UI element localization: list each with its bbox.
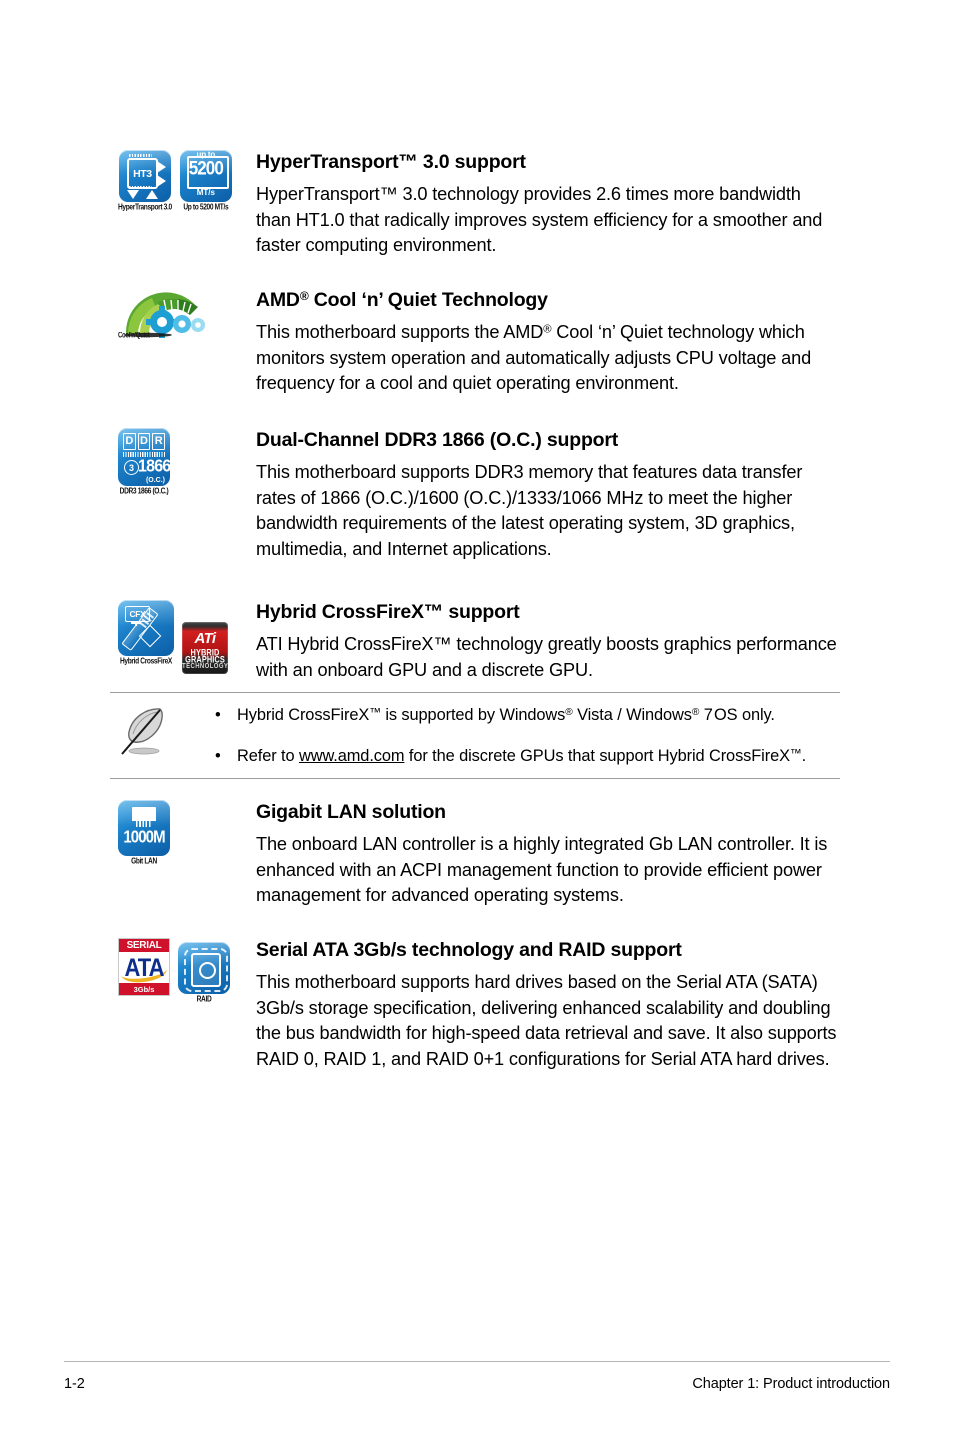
ddr-letter-1: D — [123, 433, 136, 450]
note-item-text: Refer to www.amd.com for the discrete GP… — [237, 745, 807, 765]
feature-title-hypertransport: HyperTransport™ 3.0 support — [256, 151, 526, 173]
ddr-letter-2: D — [137, 433, 151, 450]
cool-n-quiet-icon: Cool'n'Quiet — [118, 288, 212, 340]
raid-icon: RAID — [178, 942, 230, 1004]
hypertransport-3-icon-caption: HyperTransport 3.0 — [118, 203, 172, 212]
mt-number-label: 5200 — [188, 157, 224, 180]
feature-body-hypertransport: HyperTransport™ 3.0 technology provides … — [256, 184, 823, 256]
up-to-5200-mts-icon: up to 5200 MT/s Up to 5200 MT/s — [179, 150, 232, 212]
icon-group-hybrid-crossfirex: CFX Hybrid CrossFireX ATi HYBRID GRAPHIC… — [110, 600, 256, 674]
feature-block-serial-ata-raid: SERIAL ATA 3Gb/s RAID Serial ATA 3Gb/s t… — [110, 938, 840, 1072]
amd-link[interactable]: www.amd.com — [299, 747, 405, 765]
feature-body-serial-ata-raid: This motherboard supports hard drives ba… — [256, 972, 837, 1069]
feature-title-serial-ata-raid: Serial ATA 3Gb/s technology and RAID sup… — [256, 939, 682, 961]
icon-group-serial-ata-raid: SERIAL ATA 3Gb/s RAID — [110, 938, 256, 1004]
footer-chapter-label: Chapter 1: Product introduction — [692, 1376, 890, 1392]
note-item: • Refer to www.amd.com for the discrete … — [215, 745, 832, 767]
page-footer: 1-2 Chapter 1: Product introduction — [64, 1360, 890, 1392]
icon-group-ddr3: D D R 3 1866 (O.C.) DDR3 1866 (O.C.) — [110, 428, 256, 496]
ddr-speed-label: 1866 — [138, 457, 170, 476]
icon-group-cool-n-quiet: Cool'n'Quiet — [110, 288, 256, 340]
gigabit-lan-icon-caption: Gbit LAN — [131, 857, 157, 866]
ati-hybrid-graphics-icon: ATi HYBRID GRAPHICS TECHNOLOGY — [182, 622, 228, 674]
feature-block-hybrid-crossfirex: CFX Hybrid CrossFireX ATi HYBRID GRAPHIC… — [110, 600, 840, 683]
document-page: HT3 HyperTransport 3.0 up to 5200 MT/s U… — [0, 0, 954, 1432]
feature-block-hypertransport: HT3 HyperTransport 3.0 up to 5200 MT/s U… — [110, 150, 840, 259]
cool-n-quiet-icon-caption: Cool'n'Quiet — [118, 332, 150, 340]
feature-body-ddr3: This motherboard supports DDR3 memory th… — [256, 462, 803, 559]
ddr-oc-label: (O.C.) — [145, 477, 165, 484]
mt-unit-label: MT/s — [196, 188, 215, 197]
note-bullet-icon: • — [215, 706, 221, 724]
feature-body-cool-n-quiet: This motherboard supports the AMD® Cool … — [256, 322, 812, 394]
note-quill-icon — [121, 708, 163, 755]
hybrid-crossfirex-icon-caption: Hybrid CrossFireX — [120, 657, 172, 666]
feature-text-hybrid-crossfirex: Hybrid CrossFireX™ support ATI Hybrid Cr… — [256, 600, 840, 683]
note-bullet-icon: • — [215, 747, 221, 765]
feature-text-serial-ata-raid: Serial ATA 3Gb/s technology and RAID sup… — [256, 938, 840, 1072]
up-to-5200-icon-caption: Up to 5200 MT/s — [183, 203, 229, 212]
feature-text-cool-n-quiet: AMD® Cool ‘n’ Quiet Technology This moth… — [256, 288, 840, 397]
note-item-text: Hybrid CrossFireX™ is supported by Windo… — [237, 704, 775, 724]
feature-block-ddr3: D D R 3 1866 (O.C.) DDR3 1866 (O.C.) Dua… — [110, 428, 840, 562]
icon-group-gigabit-lan: 1000M Gbit LAN — [110, 800, 256, 866]
raid-icon-caption: RAID — [196, 995, 212, 1004]
gigabit-lan-icon: 1000M Gbit LAN — [118, 800, 170, 866]
hybrid-crossfirex-icon: CFX Hybrid CrossFireX — [118, 600, 174, 666]
ddr3-1866-icon: D D R 3 1866 (O.C.) DDR3 1866 (O.C.) — [118, 428, 170, 496]
feature-text-ddr3: Dual-Channel DDR3 1866 (O.C.) support Th… — [256, 428, 840, 562]
hypertransport-3-icon: HT3 HyperTransport 3.0 — [118, 150, 172, 212]
ati-word-label: ATi — [194, 630, 217, 647]
feature-block-gigabit-lan: 1000M Gbit LAN Gigabit LAN solution The … — [110, 800, 840, 909]
icon-group-hypertransport: HT3 HyperTransport 3.0 up to 5200 MT/s U… — [110, 150, 256, 212]
feature-title-ddr3: Dual-Channel DDR3 1866 (O.C.) support — [256, 429, 619, 451]
footer-rule — [64, 1360, 890, 1362]
feature-text-hypertransport: HyperTransport™ 3.0 support HyperTranspo… — [256, 150, 840, 259]
cool-n-quiet-graphic — [124, 292, 205, 338]
footer-page-number: 1-2 — [64, 1376, 85, 1392]
feature-title-gigabit-lan: Gigabit LAN solution — [256, 801, 446, 823]
lan-speed-label: 1000M — [123, 827, 165, 848]
note-bottom-rule — [110, 778, 840, 779]
note-box: • Hybrid CrossFireX™ is supported by Win… — [110, 692, 840, 779]
ddr3-icon-caption: DDR3 1866 (O.C.) — [119, 487, 169, 496]
note-item: • Hybrid CrossFireX™ is supported by Win… — [215, 704, 832, 726]
feature-body-gigabit-lan: The onboard LAN controller is a highly i… — [256, 834, 828, 906]
note-items: • Hybrid CrossFireX™ is supported by Win… — [215, 704, 840, 767]
feature-block-cool-n-quiet: Cool'n'Quiet AMD® Cool ‘n’ Quiet Technol… — [110, 288, 840, 397]
feature-body-hybrid-crossfirex: ATI Hybrid CrossFireX™ technology greatl… — [256, 634, 837, 680]
ddr-channel-label: 3 — [124, 460, 139, 475]
feature-title-hybrid-crossfirex: Hybrid CrossFireX™ support — [256, 601, 520, 623]
note-icon-column — [110, 704, 215, 760]
ati-technology-label: TECHNOLOGY — [182, 663, 228, 671]
ddr-letter-3: R — [152, 433, 166, 450]
sata-speed-label: 3Gb/s — [119, 983, 169, 995]
serial-ata-3gbs-icon: SERIAL ATA 3Gb/s — [118, 938, 170, 996]
sata-serial-label: SERIAL — [119, 939, 169, 952]
feature-title-cool-n-quiet: AMD® Cool ‘n’ Quiet Technology — [256, 289, 548, 311]
feature-text-gigabit-lan: Gigabit LAN solution The onboard LAN con… — [256, 800, 840, 909]
sata-ata-label: ATA — [124, 952, 165, 982]
